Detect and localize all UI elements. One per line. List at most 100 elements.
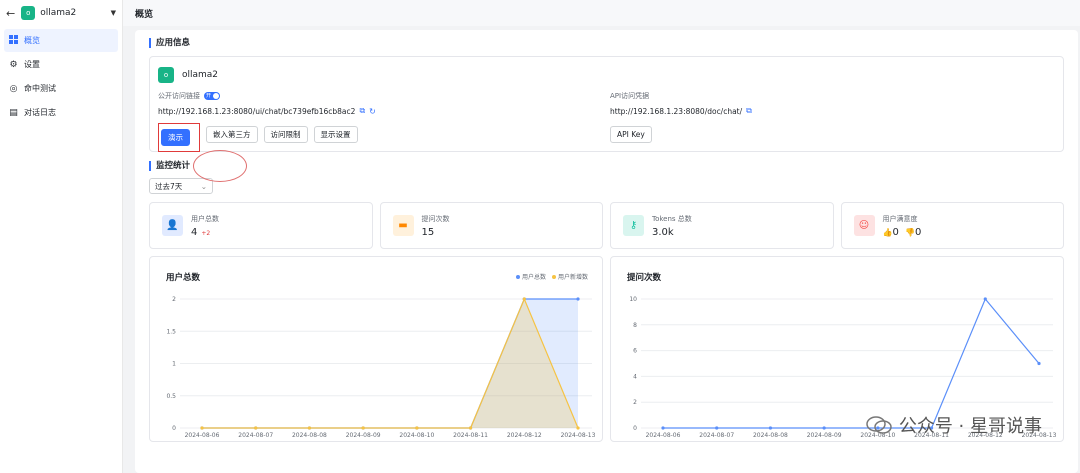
app-info-name: ollama2 [182, 70, 219, 80]
x-tick-label: 2024-08-07 [238, 432, 273, 439]
refresh-icon[interactable]: ↻ [369, 107, 376, 116]
embed-button[interactable]: 嵌入第三方 [206, 126, 258, 143]
embed-button-highlight [193, 150, 247, 182]
stat-label: Tokens 总数 [652, 214, 692, 223]
x-tick-label: 2024-08-09 [807, 432, 842, 439]
data-point [307, 426, 312, 430]
x-tick-label: 2024-08-08 [753, 432, 788, 439]
series-line [663, 297, 1040, 429]
wechat-icon [866, 416, 892, 434]
data-point [1037, 361, 1041, 366]
data-point [822, 426, 826, 430]
access-limit-button[interactable]: 访问限制 [263, 126, 308, 143]
data-point [983, 297, 987, 301]
user-icon: 👤 [162, 215, 183, 236]
public-url: http://192.168.1.23:8080/ui/chat/bc739ef… [158, 106, 356, 116]
y-tick-label: 0 [633, 425, 637, 432]
thumbs-down-icon: 👎 [905, 227, 915, 237]
copy-icon[interactable]: ⧉ [746, 106, 752, 116]
api-section: API访问凭据 http://192.168.1.23:8080/doc/cha… [610, 91, 752, 143]
smile-icon: ☺ [853, 215, 875, 236]
stats-row: 👤 用户总数 4 +2 ▬ 提问次数 15 ⚷ Tokens 总数 3.0k ☺ … [149, 202, 1064, 249]
y-tick-label: 6 [633, 348, 637, 355]
caret-down-icon[interactable]: ▼ [111, 9, 116, 17]
stat-label: 用户总数 [191, 214, 219, 223]
watermark-text: 公众号 · 星哥说事 [898, 416, 1042, 437]
sidebar-item-hit-test[interactable]: ◎ 命中测试 [4, 77, 118, 100]
api-url: http://192.168.1.23:8080/doc/chat/ [610, 106, 743, 116]
data-point [200, 426, 204, 430]
sidebar-item-label: 命中测试 [24, 84, 56, 93]
data-point [522, 297, 526, 301]
sidebar-item-label: 设置 [24, 60, 40, 69]
time-range-value: 过去7天 [155, 181, 183, 191]
sidebar-item-chat-logs[interactable]: ▤ 对话日志 [4, 101, 118, 124]
app-logo: o [21, 6, 36, 20]
key-icon: ⚷ [623, 215, 644, 236]
x-tick-label: 2024-08-10 [399, 432, 434, 439]
copy-icon[interactable]: ⧉ [359, 106, 365, 116]
x-tick-label: 2024-08-09 [346, 432, 381, 439]
y-tick-label: 1 [172, 361, 176, 368]
document-icon: ▤ [9, 107, 18, 118]
chevron-down-icon: ⌄ [200, 181, 207, 191]
y-tick-label: 0.5 [166, 393, 176, 400]
y-tick-label: 2 [633, 399, 637, 406]
stat-value: 4 [191, 226, 198, 238]
like-count: 0 [892, 226, 899, 238]
data-point [576, 297, 580, 301]
sidebar-item-settings[interactable]: ⚙ 设置 [4, 53, 118, 76]
sidebar: ← o ollama2 ▼ 概览 ⚙ 设置 ◎ 命中测试 ▤ 对话日志 [0, 0, 123, 473]
page-title: 概览 [135, 9, 154, 20]
grid-icon [8, 34, 19, 47]
y-tick-label: 10 [629, 296, 637, 303]
stat-card-users: 👤 用户总数 4 +2 [149, 202, 373, 249]
y-tick-label: 4 [633, 373, 637, 380]
app-info-title: 应用信息 [149, 38, 1064, 48]
data-point [254, 426, 258, 430]
stat-label: 用户满意度 [882, 214, 918, 223]
main-content: 应用信息 o ollama2 公开访问链接 开 http://192.168.1… [135, 30, 1078, 473]
stat-card-tokens: ⚷ Tokens 总数 3.0k [610, 202, 834, 249]
app-info-card: o ollama2 公开访问链接 开 http://192.168.1.23:8… [149, 56, 1064, 182]
y-tick-label: 0 [172, 425, 176, 432]
app-switcher[interactable]: ← o ollama2 ▼ [0, 0, 122, 26]
x-tick-label: 2024-08-06 [646, 432, 681, 439]
sidebar-item-overview[interactable]: 概览 [4, 29, 118, 52]
data-point [661, 426, 665, 430]
x-tick-label: 2024-08-06 [185, 432, 220, 439]
sidebar-item-label: 对话日志 [24, 108, 56, 117]
demo-button[interactable]: 演示 [161, 129, 190, 146]
users-chart-card: 用户总数 用户总数 用户新增数 0 0.5 1 1.5 2 2024-08-06 2024-… [149, 256, 603, 442]
display-settings-button[interactable]: 显示设置 [313, 126, 358, 143]
y-tick-label: 8 [633, 322, 637, 329]
data-point [715, 426, 719, 430]
x-tick-label: 2024-08-08 [292, 432, 327, 439]
stat-value: 15 [421, 226, 435, 238]
back-arrow-icon[interactable]: ← [6, 7, 15, 20]
data-point [468, 426, 473, 430]
time-range-select[interactable]: 过去7天 ⌄ [149, 178, 213, 194]
x-tick-label: 2024-08-13 [561, 432, 596, 439]
public-link-section: 公开访问链接 开 http://192.168.1.23:8080/ui/cha… [158, 91, 376, 152]
data-point [361, 426, 365, 430]
public-link-toggle[interactable]: 开 [204, 92, 220, 100]
data-point [415, 426, 419, 430]
thumbs-up-icon: 👍 [882, 227, 893, 237]
x-tick-label: 2024-08-07 [699, 432, 734, 439]
public-link-label: 公开访问链接 [158, 92, 200, 100]
gear-icon: ⚙ [9, 59, 18, 70]
y-tick-label: 1.5 [166, 328, 176, 335]
x-tick-label: 2024-08-11 [453, 432, 488, 439]
stat-value: 3.0k [652, 226, 674, 238]
message-icon: ▬ [392, 215, 414, 236]
stat-delta: +2 [201, 229, 211, 237]
demo-button-highlight: 演示 [158, 123, 200, 152]
api-key-button[interactable]: API Key [610, 126, 652, 143]
api-label: API访问凭据 [610, 92, 650, 100]
stat-card-questions: ▬ 提问次数 15 [379, 202, 603, 249]
monitor-title: 监控统计 [149, 161, 1064, 171]
target-icon: ◎ [9, 83, 18, 94]
y-tick-label: 2 [172, 296, 176, 303]
watermark: 公众号 · 星哥说事 [865, 412, 1042, 438]
